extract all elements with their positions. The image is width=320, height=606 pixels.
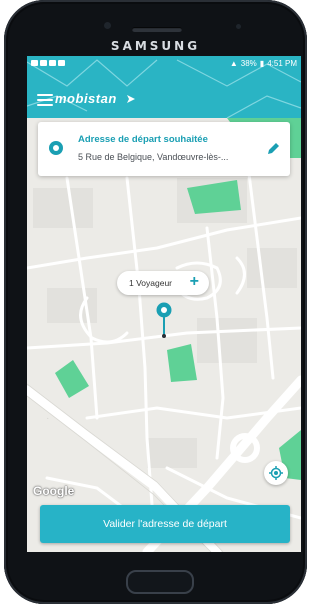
app-logo: mobistan [55, 91, 117, 106]
start-address-card[interactable]: Adresse de départ souhaitée 5 Rue de Bel… [38, 122, 290, 176]
add-passenger-button[interactable]: + [190, 274, 199, 290]
status-bar: ▲ 38% ▮ 4:51 PM [27, 56, 301, 70]
phone-brand: SAMSUNG [110, 39, 201, 53]
phone-frame: SAMSUNG . ▲ 38% ▮ 4:51 PM mobistan Adres… [4, 0, 307, 604]
clock: 4:51 PM [267, 58, 297, 68]
notification-icon [58, 60, 65, 66]
battery-level: 38% [240, 58, 257, 68]
home-button[interactable] [126, 570, 194, 594]
crosshair-icon [269, 466, 283, 480]
phone-speaker [132, 27, 182, 32]
status-indicators: ▲ 38% ▮ 4:51 PM [230, 59, 297, 68]
menu-icon[interactable] [37, 94, 53, 106]
proximity-sensor [236, 24, 241, 29]
battery-icon: ▮ [259, 58, 265, 68]
start-address-text: 5 Rue de Belgique, Vandœuvre-lès-... [78, 152, 229, 162]
front-camera [104, 22, 111, 29]
notification-icon [31, 60, 38, 66]
edit-pencil-icon[interactable] [267, 142, 280, 155]
signal-icon: ▲ [229, 58, 238, 68]
google-attribution: Google [33, 484, 75, 498]
map-marker-icon[interactable] [155, 301, 173, 341]
notification-icons [31, 60, 65, 66]
passenger-selector[interactable]: 1 Voyageur + [117, 271, 209, 295]
notification-icon [40, 60, 47, 66]
logo-arrow-icon [127, 95, 135, 103]
my-location-button[interactable] [264, 461, 288, 485]
confirm-start-address-button[interactable]: Valider l'adresse de départ [40, 505, 290, 543]
location-pin-icon [49, 141, 63, 155]
start-address-title: Adresse de départ souhaitée [78, 134, 208, 145]
passenger-count-label: 1 Voyageur [129, 278, 173, 288]
app-screen: . ▲ 38% ▮ 4:51 PM mobistan Adresse de dé… [27, 56, 301, 552]
notification-icon [49, 60, 56, 66]
